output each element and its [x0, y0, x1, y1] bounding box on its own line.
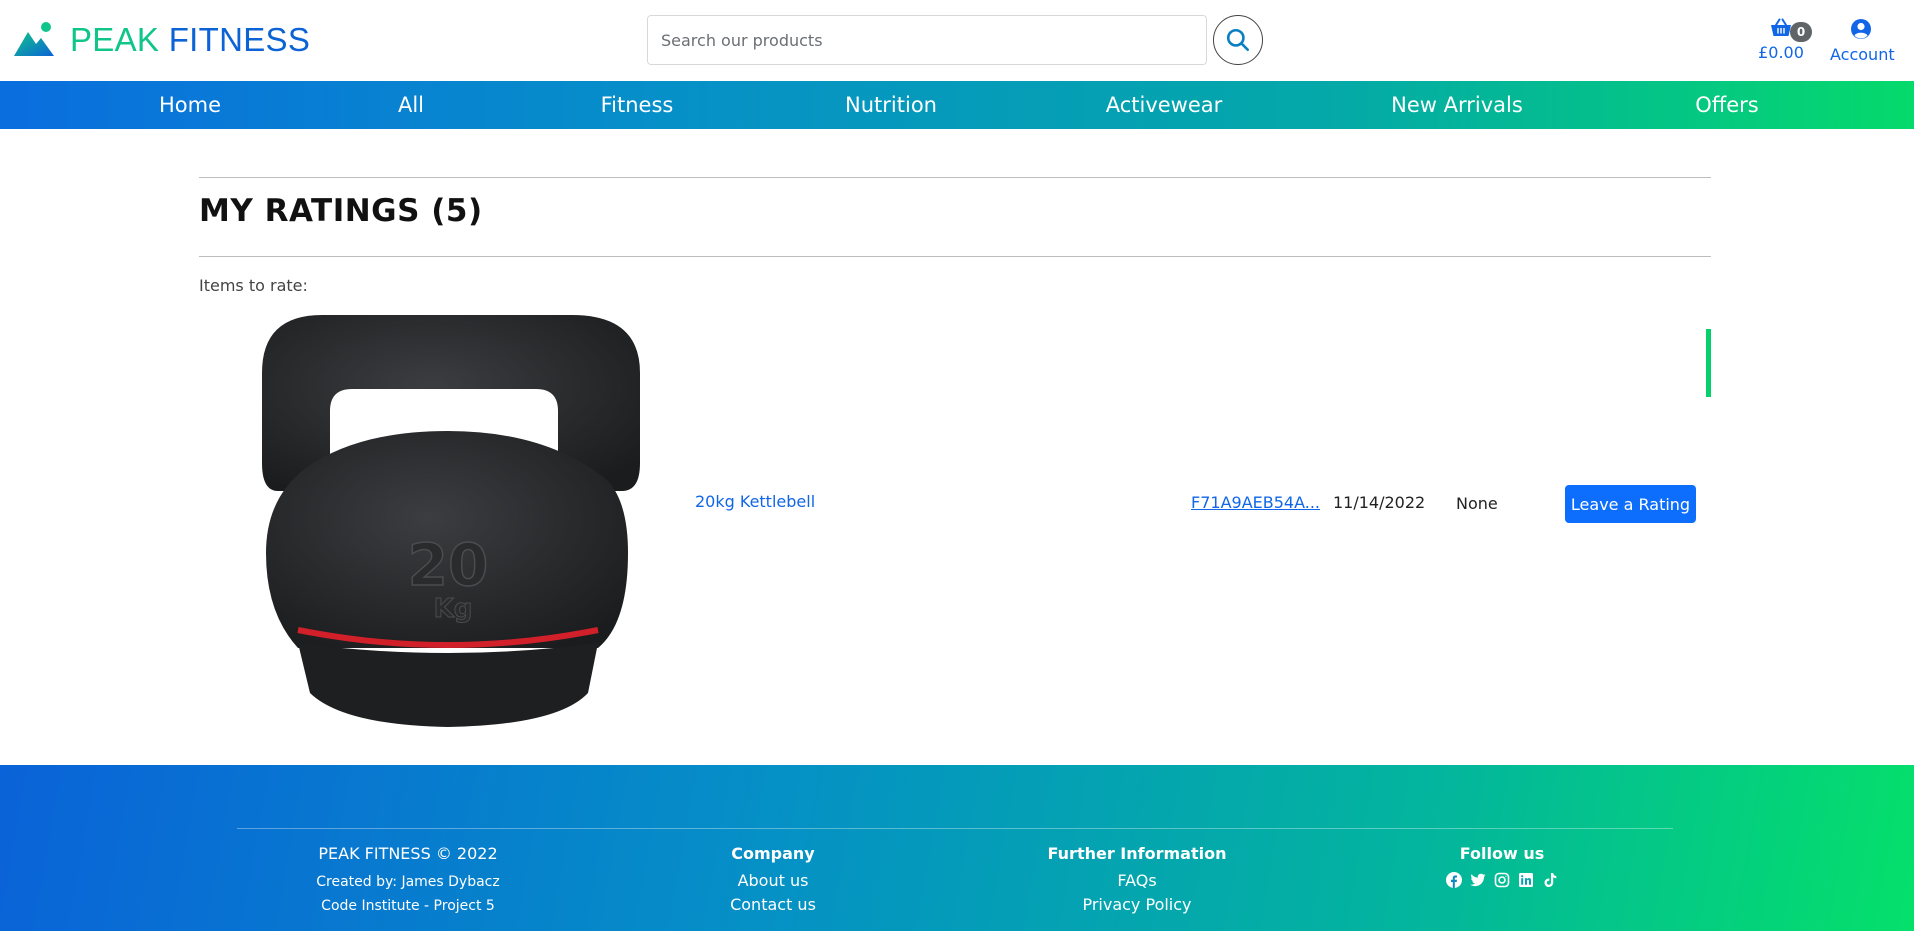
brand-word-fitness: FITNESS	[168, 21, 311, 58]
footer-company-heading: Company	[731, 844, 815, 863]
nav-new-arrivals[interactable]: New Arrivals	[1391, 81, 1523, 129]
nav-offers[interactable]: Offers	[1695, 81, 1759, 129]
svg-text:20: 20	[408, 531, 489, 599]
search-button[interactable]	[1213, 15, 1263, 65]
social-links	[1446, 872, 1558, 888]
brand-word-peak: PEAK	[70, 21, 160, 58]
leave-rating-button[interactable]: Leave a Rating	[1565, 485, 1696, 523]
order-number-link[interactable]: F71A9AEB54A...	[1191, 493, 1320, 512]
footer-project: Code Institute - Project 5	[321, 898, 495, 914]
site-footer: PEAK FITNESS © 2022 Created by: James Dy…	[0, 765, 1914, 931]
linkedin-icon[interactable]	[1518, 872, 1534, 888]
nav-home[interactable]: Home	[159, 81, 221, 129]
account-menu[interactable]: Account	[1830, 18, 1895, 64]
rating-value: None	[1456, 494, 1498, 513]
search-input[interactable]	[648, 16, 1206, 64]
facebook-icon[interactable]	[1446, 872, 1462, 888]
search-box	[647, 15, 1207, 65]
footer-follow-heading: Follow us	[1459, 844, 1545, 863]
scroll-indicator	[1706, 329, 1711, 397]
nav-all[interactable]: All	[398, 81, 424, 129]
brand-logo[interactable]: PEAK FITNESS	[12, 20, 310, 60]
tiktok-icon[interactable]	[1542, 872, 1558, 888]
product-name-link[interactable]: 20kg Kettlebell	[695, 492, 815, 511]
twitter-icon[interactable]	[1470, 872, 1486, 888]
footer-created-by: Created by: James Dybacz	[316, 874, 500, 890]
search-icon	[1226, 28, 1250, 52]
order-date: 11/14/2022	[1333, 493, 1426, 512]
brand-name: PEAK FITNESS	[70, 21, 310, 59]
account-label: Account	[1830, 45, 1895, 64]
footer-faqs-link[interactable]: FAQs	[1048, 871, 1227, 890]
site-header: PEAK FITNESS 0 £0.00 Account	[0, 0, 1914, 81]
footer-copyright: PEAK FITNESS © 2022	[318, 844, 498, 863]
footer-divider	[237, 828, 1673, 829]
footer-about-link[interactable]: About us	[730, 871, 816, 890]
nav-nutrition[interactable]: Nutrition	[845, 81, 937, 129]
mountain-logo-icon	[14, 22, 54, 56]
basket-link[interactable]: 0 £0.00	[1756, 14, 1812, 68]
footer-privacy-link[interactable]: Privacy Policy	[1048, 895, 1227, 914]
page-title: MY RATINGS (5)	[199, 193, 483, 229]
nav-activewear[interactable]: Activewear	[1106, 81, 1223, 129]
footer-social-col: Follow us	[1446, 844, 1558, 888]
kettlebell-product-image[interactable]: 20 Kg	[248, 313, 644, 729]
svg-text:Kg: Kg	[434, 594, 473, 624]
footer-info-col: Further Information FAQs Privacy Policy	[1048, 844, 1227, 914]
main-navigation: Home All Fitness Nutrition Activewear Ne…	[0, 81, 1914, 129]
footer-contact-link[interactable]: Contact us	[730, 895, 816, 914]
footer-brand-col: PEAK FITNESS © 2022 Created by: James Dy…	[316, 844, 499, 914]
nav-fitness[interactable]: Fitness	[601, 81, 674, 129]
divider-bottom	[199, 256, 1711, 257]
footer-company-col: Company About us Contact us	[730, 844, 816, 914]
instagram-icon[interactable]	[1494, 872, 1510, 888]
footer-info-heading: Further Information	[1047, 844, 1227, 863]
basket-icon	[1771, 18, 1791, 36]
user-circle-icon	[1851, 19, 1871, 39]
items-to-rate-label: Items to rate:	[199, 276, 308, 295]
divider-top	[199, 177, 1711, 178]
basket-count-badge: 0	[1790, 22, 1812, 42]
basket-total: £0.00	[1758, 43, 1804, 62]
